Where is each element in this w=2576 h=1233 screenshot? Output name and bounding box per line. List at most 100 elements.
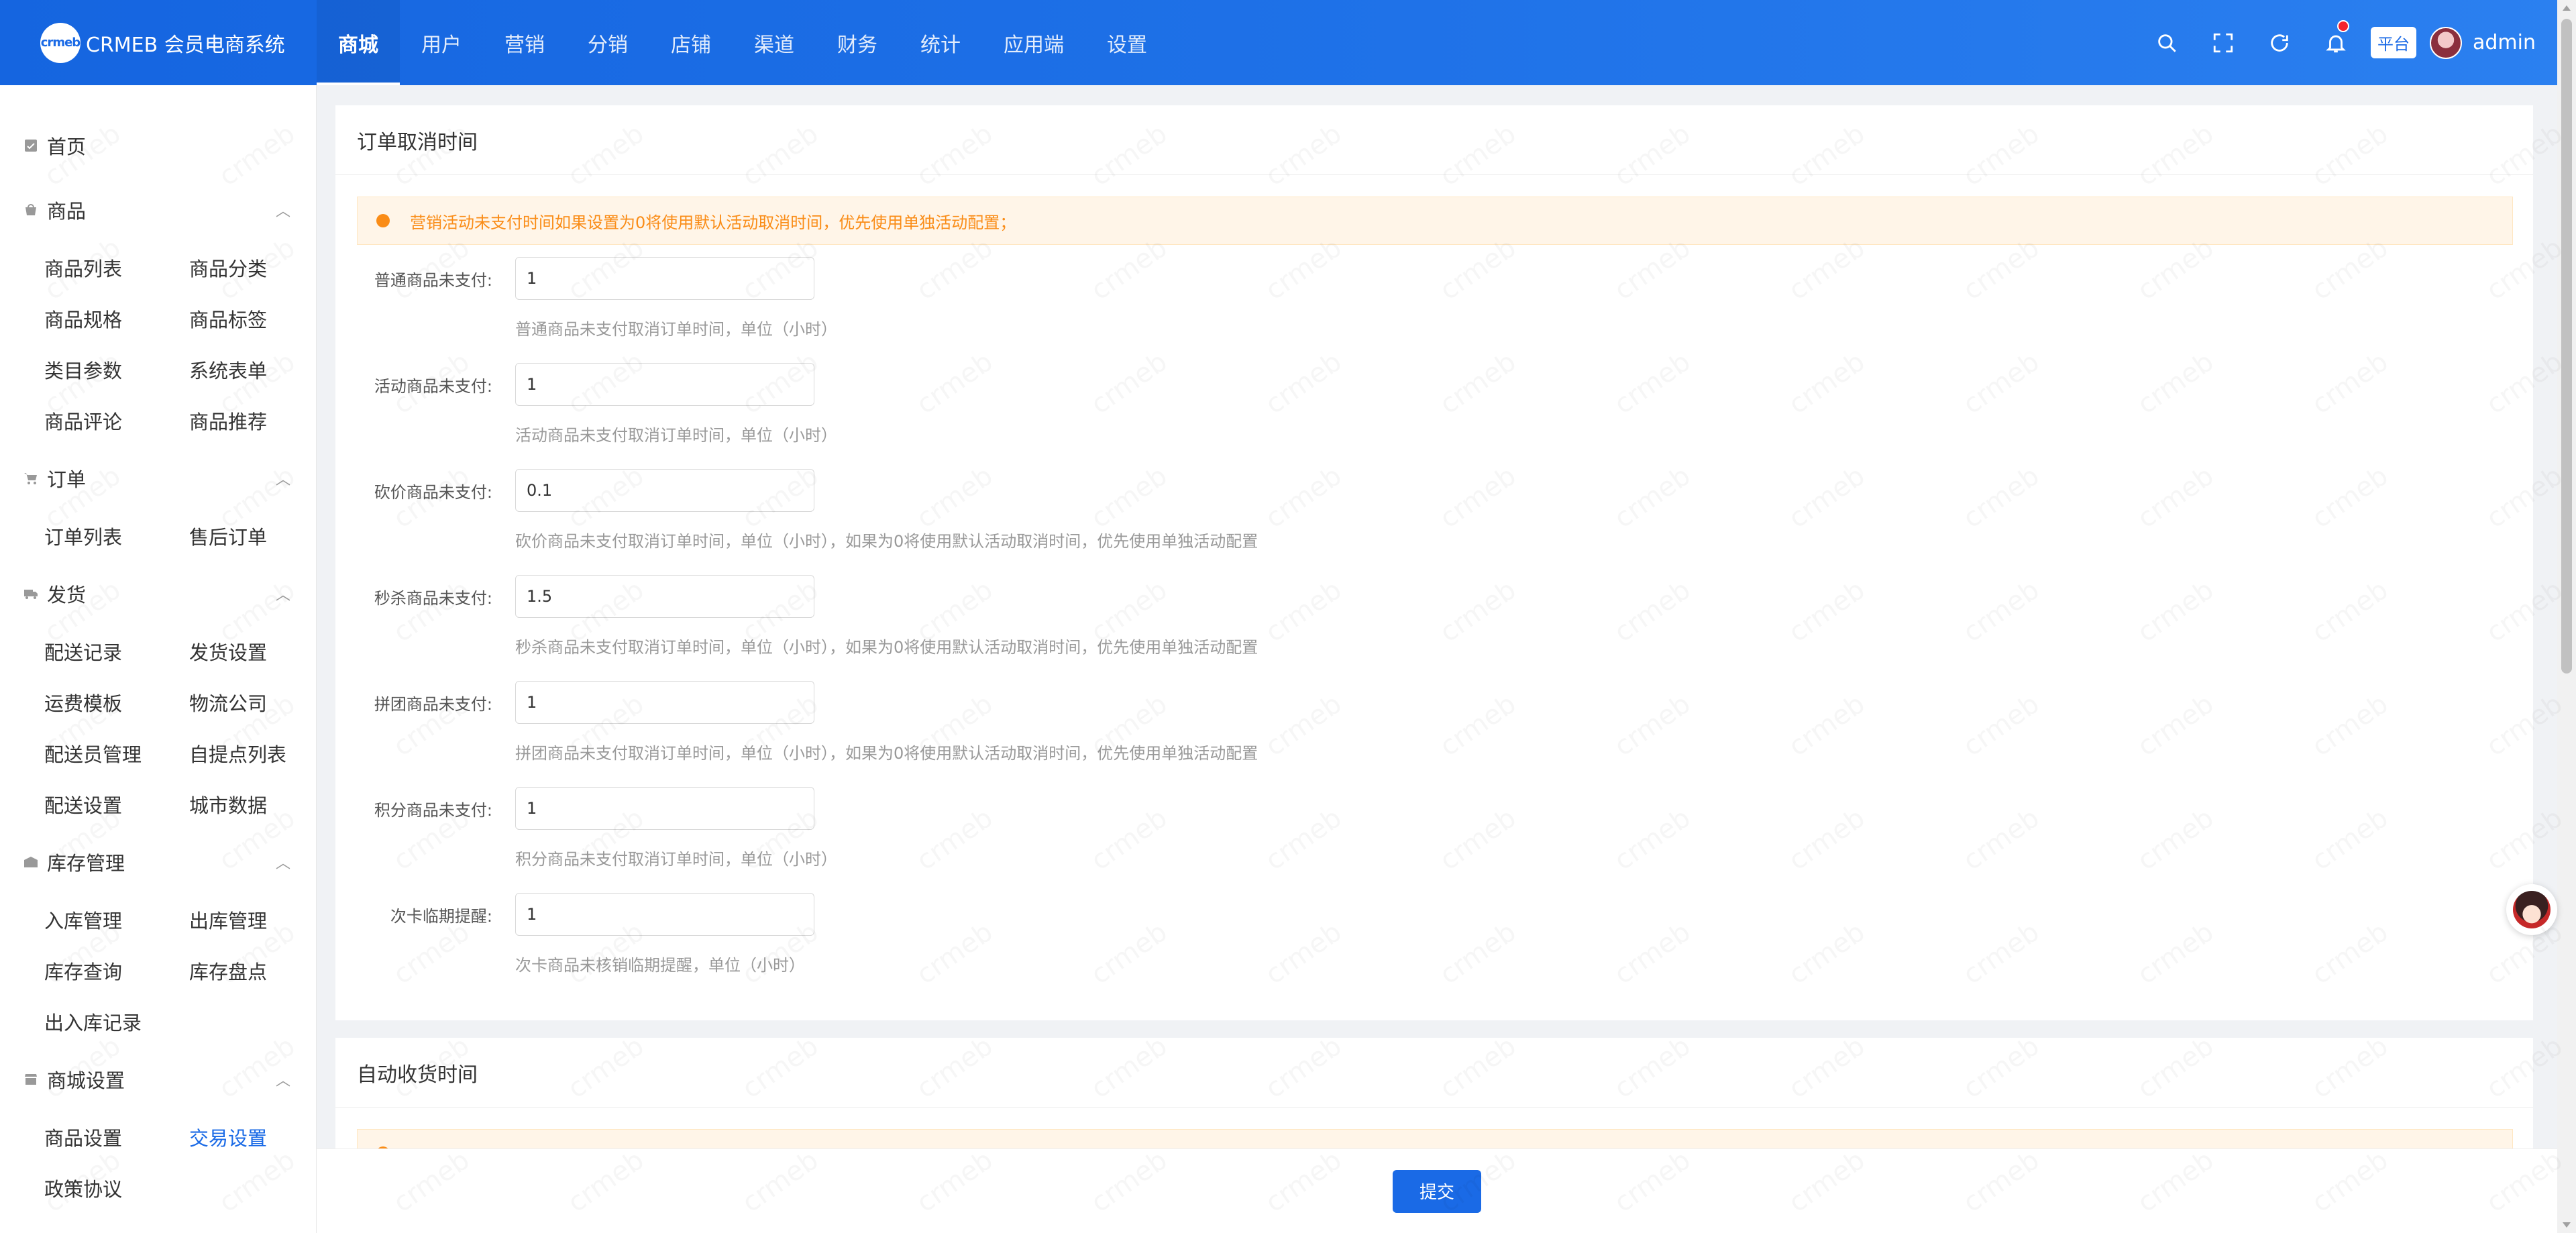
section-title: 订单取消时间	[335, 105, 2533, 175]
customer-service-avatar[interactable]	[2506, 884, 2557, 935]
sidebar-item-stock-query[interactable]: 库存查询	[44, 945, 189, 996]
topnav-item-statistics[interactable]: 统计	[899, 0, 982, 85]
sidebar-item-goods-category[interactable]: 商品分类	[189, 242, 334, 293]
search-icon[interactable]	[2139, 0, 2195, 85]
fullscreen-icon[interactable]	[2195, 0, 2251, 85]
topnav-item-distribution[interactable]: 分销	[566, 0, 649, 85]
topnav-item-settings[interactable]: 设置	[1085, 0, 1169, 85]
sidebar-group-label: 订单	[47, 468, 87, 491]
form-row: 砍价商品未支付: 0.1 砍价商品未支付取消订单时间，单位（小时），如果为0将使…	[335, 469, 2533, 575]
sidebar-item-stock-records[interactable]: 出入库记录	[44, 996, 189, 1047]
field-label: 次卡临期提醒:	[390, 906, 492, 926]
field-hint: 积分商品未支付取消订单时间，单位（小时）	[515, 850, 837, 869]
sidebar-item-goods-recommend[interactable]: 商品推荐	[189, 395, 334, 446]
sidebar-item-category-params[interactable]: 类目参数	[44, 344, 189, 395]
sidebar-group-goods: 商品 ︿ 商品列表 商品分类 商品规格 商品标签 类目参数 系统表单 商品评论 …	[0, 178, 316, 446]
sidebar-group-inventory-header[interactable]: 库存管理 ︿	[0, 830, 316, 894]
sidebar-item-logistics-company[interactable]: 物流公司	[189, 677, 334, 728]
sidebar-item-after-sale[interactable]: 售后订单	[189, 511, 334, 561]
field-label: 拼团商品未支付:	[374, 694, 492, 714]
sidebar-group-label: 商城设置	[47, 1069, 125, 1092]
home-wrapper: 首页	[23, 131, 86, 160]
sidebar-item-policy-agreement[interactable]: 政策协议	[44, 1163, 189, 1214]
avatar[interactable]	[2430, 26, 2462, 59]
normal-unpaid-input[interactable]: 1	[515, 257, 814, 300]
points-unpaid-input[interactable]: 1	[515, 787, 814, 830]
group-buy-unpaid-input[interactable]: 1	[515, 681, 814, 724]
cancel-form: 普通商品未支付: 1 普通商品未支付取消订单时间，单位（小时） 活动商品未支付:…	[335, 245, 2533, 999]
sidebar-item-shipping-template[interactable]: 运费模板	[44, 677, 189, 728]
form-row: 活动商品未支付: 1 活动商品未支付取消订单时间，单位（小时）	[335, 363, 2533, 469]
topnav-item-channel[interactable]: 渠道	[733, 0, 816, 85]
order-cancel-card: 订单取消时间 营销活动未支付时间如果设置为0将使用默认活动取消时间，优先使用单独…	[335, 105, 2533, 1020]
sidebar-item-delivery-records[interactable]: 配送记录	[44, 626, 189, 677]
sidebar-item-goods-list[interactable]: 商品列表	[44, 242, 189, 293]
section-title: 自动收货时间	[335, 1038, 2533, 1108]
sidebar-item-courier-management[interactable]: 配送员管理	[44, 728, 189, 779]
sidebar-item-goods-tag[interactable]: 商品标签	[189, 293, 334, 344]
sidebar-group-delivery-header[interactable]: 发货 ︿	[0, 561, 316, 626]
activity-unpaid-input[interactable]: 1	[515, 363, 814, 406]
sidebar-item-goods-settings[interactable]: 商品设置	[44, 1112, 189, 1163]
username[interactable]: admin	[2473, 31, 2536, 54]
sidebar-group-inventory: 库存管理 ︿ 入库管理 出库管理 库存查询 库存盘点 出入库记录	[0, 830, 316, 1047]
sidebar-group-order-header[interactable]: 订单 ︿	[0, 446, 316, 511]
assistant-face-icon	[2513, 891, 2551, 928]
topnav-item-marketing[interactable]: 营销	[483, 0, 566, 85]
field-hint: 秒杀商品未支付取消订单时间，单位（小时），如果为0将使用默认活动取消时间，优先使…	[515, 638, 1258, 657]
home-icon	[23, 138, 39, 154]
platform-tag[interactable]: 平台	[2371, 27, 2416, 58]
app-title: CRMEB 会员电商系统	[86, 33, 285, 57]
field-hint: 拼团商品未支付取消订单时间，单位（小时），如果为0将使用默认活动取消时间，优先使…	[515, 744, 1258, 763]
topnav-item-finance[interactable]: 财务	[816, 0, 899, 85]
bell-icon[interactable]	[2308, 0, 2364, 85]
sidebar-item-goods-spec[interactable]: 商品规格	[44, 293, 189, 344]
logo[interactable]: crmeb CRMEB 会员电商系统	[0, 0, 317, 85]
page-scrollbar[interactable]	[2557, 0, 2576, 1233]
topnav-item-apps[interactable]: 应用端	[982, 0, 1085, 85]
sidebar-group-store-settings-header[interactable]: 商城设置 ︿	[0, 1047, 316, 1112]
sidebar-item-delivery-settings[interactable]: 发货设置	[189, 626, 334, 677]
field-label: 秒杀商品未支付:	[374, 588, 492, 608]
sidebar-item-city-data[interactable]: 城市数据	[189, 779, 334, 830]
sidebar-item-home[interactable]: 首页	[0, 113, 316, 178]
topnav-item-mall[interactable]: 商城	[317, 0, 400, 85]
sidebar-item-pickup-points[interactable]: 自提点列表	[189, 728, 334, 779]
form-row: 普通商品未支付: 1 普通商品未支付取消订单时间，单位（小时）	[335, 257, 2533, 363]
form-row: 秒杀商品未支付: 1.5 秒杀商品未支付取消订单时间，单位（小时），如果为0将使…	[335, 575, 2533, 681]
cart-icon	[23, 470, 39, 486]
topnav-item-user[interactable]: 用户	[400, 0, 483, 85]
sidebar-group-goods-header[interactable]: 商品 ︿	[0, 178, 316, 242]
field-label: 积分商品未支付:	[374, 800, 492, 820]
sidebar-item-dispatch-settings[interactable]: 配送设置	[44, 779, 189, 830]
sidebar-item-stock-out[interactable]: 出库管理	[189, 894, 334, 945]
top-nav: 商城 用户 营销 分销 店铺 渠道 财务 统计 应用端 设置	[317, 0, 1169, 85]
sidebar-home-label: 首页	[47, 136, 87, 158]
scroll-down-arrow-icon[interactable]	[2563, 1222, 2571, 1228]
card-expiry-reminder-input[interactable]: 1	[515, 893, 814, 936]
sidebar-item-order-list[interactable]: 订单列表	[44, 511, 189, 561]
sidebar-item-stock-check[interactable]: 库存盘点	[189, 945, 334, 996]
topnav-item-store[interactable]: 店铺	[649, 0, 733, 85]
main-content: 订单取消时间 营销活动未支付时间如果设置为0将使用默认活动取消时间，优先使用单独…	[317, 85, 2557, 1233]
field-hint: 活动商品未支付取消订单时间，单位（小时）	[515, 426, 837, 445]
field-hint: 普通商品未支付取消订单时间，单位（小时）	[515, 320, 837, 339]
sidebar-item-system-form[interactable]: 系统表单	[189, 344, 334, 395]
seckill-unpaid-input[interactable]: 1.5	[515, 575, 814, 618]
submit-button[interactable]: 提交	[1393, 1169, 1481, 1213]
field-label: 砍价商品未支付:	[374, 482, 492, 502]
scrollbar-thumb[interactable]	[2561, 19, 2572, 674]
sidebar-group-label: 发货	[47, 584, 87, 606]
field-hint: 砍价商品未支付取消订单时间，单位（小时），如果为0将使用默认活动取消时间，优先使…	[515, 532, 1258, 551]
bargain-unpaid-input[interactable]: 0.1	[515, 469, 814, 512]
sidebar-item-goods-review[interactable]: 商品评论	[44, 395, 189, 446]
refresh-icon[interactable]	[2251, 0, 2308, 85]
sidebar: 首页 商品 ︿ 商品列表 商品分类 商品规格 商品标签 类目参数 系统表单 商品…	[0, 85, 317, 1233]
sidebar-item-trade-settings[interactable]: 交易设置	[189, 1112, 334, 1163]
top-header: crmeb CRMEB 会员电商系统 商城 用户 营销 分销 店铺 渠道 财务 …	[0, 0, 2576, 85]
scroll-up-arrow-icon[interactable]	[2563, 5, 2571, 11]
sidebar-item-stock-in[interactable]: 入库管理	[44, 894, 189, 945]
alert-text: 营销活动未支付时间如果设置为0将使用默认活动取消时间，优先使用单独活动配置；	[410, 213, 1016, 232]
chevron-up-icon: ︿	[275, 203, 290, 220]
form-row: 积分商品未支付: 1 积分商品未支付取消订单时间，单位（小时）	[335, 787, 2533, 893]
